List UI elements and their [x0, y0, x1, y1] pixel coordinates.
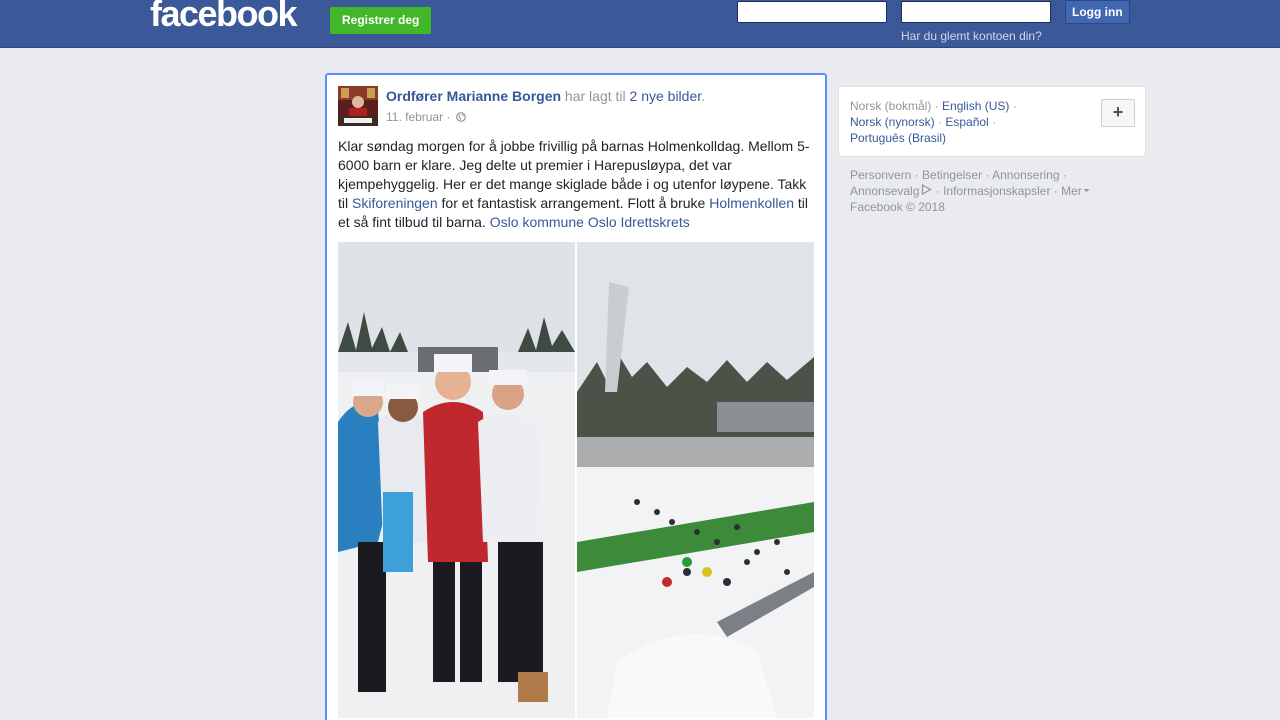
footer-informasjonskapsler[interactable]: Informasjonskapsler: [943, 184, 1050, 198]
photos-link[interactable]: 2 nye bilder: [630, 88, 702, 104]
forgot-account-link[interactable]: Har du glemt kontoen din?: [901, 29, 1042, 43]
plus-icon: +: [1112, 102, 1124, 122]
mention-oslo-idrettskrets[interactable]: Oslo Idrettskrets: [588, 214, 690, 230]
post-text: Klar søndag morgen for å jobbe frivillig…: [338, 137, 816, 232]
add-language-button[interactable]: +: [1101, 99, 1135, 127]
email-field[interactable]: [737, 1, 887, 23]
post-text-part: for et fantastisk arrangement. Flott å b…: [437, 195, 710, 211]
facebook-logo[interactable]: facebook: [150, 0, 298, 34]
author-link[interactable]: Ordfører Marianne Borgen: [386, 88, 561, 104]
language-espanol[interactable]: Español: [945, 115, 988, 129]
post-photo-stadium[interactable]: [577, 242, 814, 718]
post-header: Ordfører Marianne Borgen har lagt til 2 …: [386, 88, 705, 104]
caret-down-icon: [1082, 184, 1090, 198]
globe-icon: [455, 111, 466, 122]
photo-stadium-image: [577, 242, 814, 718]
password-field[interactable]: [901, 1, 1051, 23]
post-meta: 11. februar ·: [386, 110, 466, 124]
post-date[interactable]: 11. februar: [386, 110, 443, 124]
post-card: Ordfører Marianne Borgen har lagt til 2 …: [325, 73, 827, 720]
login-button[interactable]: Logg inn: [1065, 0, 1130, 24]
photo-group-image: [338, 242, 575, 718]
ad-choices-icon: [919, 183, 933, 198]
language-current: Norsk (bokmål): [850, 99, 932, 113]
footer-betingelser[interactable]: Betingelser: [922, 168, 982, 182]
post-photo-group[interactable]: [338, 242, 575, 718]
register-button[interactable]: Registrer deg: [330, 7, 432, 34]
footer-mer[interactable]: Mer: [1061, 184, 1090, 198]
mention-oslo-kommune[interactable]: Oslo kommune: [490, 214, 584, 230]
language-nynorsk[interactable]: Norsk (nynorsk): [850, 115, 935, 129]
footer: Personvern · Betingelser · Annonsering ·…: [850, 167, 1110, 215]
footer-annonsering[interactable]: Annonsering: [992, 168, 1059, 182]
language-english[interactable]: English (US): [942, 99, 1009, 113]
meta-separator: ·: [443, 110, 454, 124]
avatar[interactable]: [338, 86, 378, 126]
copyright: Facebook © 2018: [850, 200, 945, 214]
language-portugues[interactable]: Português (Brasil): [850, 131, 946, 145]
period: .: [701, 88, 706, 104]
language-selector: Norsk (bokmål) · English (US) · Norsk (n…: [838, 86, 1146, 157]
footer-personvern[interactable]: Personvern: [850, 168, 911, 182]
footer-annonsevalg[interactable]: Annonsevalg: [850, 183, 933, 198]
avatar-image: [338, 86, 378, 126]
mention-skiforeningen[interactable]: Skiforeningen: [352, 195, 438, 211]
mention-holmenkollen[interactable]: Holmenkollen: [709, 195, 794, 211]
language-list: Norsk (bokmål) · English (US) · Norsk (n…: [850, 99, 1017, 145]
top-bar: facebook Registrer deg Logg inn Har du g…: [0, 0, 1280, 48]
action-text: har lagt til: [561, 88, 630, 104]
